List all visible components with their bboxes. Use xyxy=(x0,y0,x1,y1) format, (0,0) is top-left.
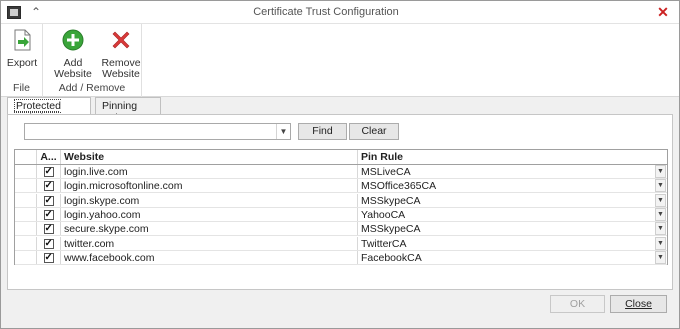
website-cell[interactable]: login.microsoftonline.com xyxy=(61,179,358,193)
row-indicator-header xyxy=(15,150,37,164)
chevron-down-icon[interactable]: ▼ xyxy=(655,222,666,236)
table-row[interactable]: secure.skype.comMSSkypeCA ▼ xyxy=(15,222,667,237)
close-button-label: Close xyxy=(625,298,652,310)
pin-rule-cell[interactable]: MSLiveCA ▼ xyxy=(358,165,667,178)
row-indicator[interactable] xyxy=(15,179,37,193)
row-indicator[interactable] xyxy=(15,250,37,264)
active-cell[interactable] xyxy=(37,207,61,221)
ok-button[interactable]: OK xyxy=(550,295,605,313)
title-bar: ⌃ Certificate Trust Configuration ✕ xyxy=(1,1,679,24)
website-cell[interactable]: login.yahoo.com xyxy=(61,207,358,221)
ribbon-group-add-remove: Add Website Remove Website Add / Remove xyxy=(43,24,142,97)
column-header-website[interactable]: Website xyxy=(61,150,358,164)
column-header-active[interactable]: A... xyxy=(37,150,61,164)
row-indicator[interactable] xyxy=(15,207,37,221)
active-checkbox[interactable] xyxy=(43,165,54,178)
search-combo[interactable]: ▼ xyxy=(24,123,291,140)
row-indicator[interactable] xyxy=(15,236,37,250)
add-icon xyxy=(62,29,84,51)
group-label-add-remove: Add / Remove xyxy=(58,82,126,94)
website-cell[interactable]: www.facebook.com xyxy=(61,250,358,264)
chevron-down-icon[interactable]: ▼ xyxy=(655,165,666,178)
website-cell[interactable]: login.skype.com xyxy=(61,193,358,207)
grid-header: A... Website Pin Rule xyxy=(15,150,667,165)
website-cell[interactable]: secure.skype.com xyxy=(61,222,358,236)
active-checkbox[interactable] xyxy=(43,222,54,235)
active-cell[interactable] xyxy=(37,165,61,178)
ribbon-group-file: Export File xyxy=(1,24,43,97)
pin-rule-cell[interactable]: MSOffice365CA ▼ xyxy=(358,179,667,193)
chevron-down-icon[interactable]: ▼ xyxy=(655,193,666,207)
websites-grid: A... Website Pin Rule login.live.comMSLi… xyxy=(14,149,668,265)
active-cell[interactable] xyxy=(37,179,61,193)
active-cell[interactable] xyxy=(37,236,61,250)
active-checkbox[interactable] xyxy=(43,237,54,250)
table-row[interactable]: login.microsoftonline.comMSOffice365CA ▼ xyxy=(15,179,667,194)
close-icon[interactable]: ✕ xyxy=(653,5,673,19)
pin-rule-value: MSSkypeCA xyxy=(361,223,421,236)
export-label: Export xyxy=(6,57,38,69)
window-title: Certificate Trust Configuration xyxy=(253,6,399,18)
find-button[interactable]: Find xyxy=(298,123,347,140)
tab-pinning-rules[interactable]: Pinning Rules xyxy=(95,97,161,124)
table-row[interactable]: login.live.comMSLiveCA ▼ xyxy=(15,165,667,179)
pin-rule-value: MSOffice365CA xyxy=(361,180,437,193)
pin-rule-cell[interactable]: YahooCA ▼ xyxy=(358,207,667,221)
pin-rule-value: YahooCA xyxy=(361,208,406,221)
remove-website-label: Remove Website xyxy=(101,57,141,80)
remove-icon xyxy=(112,31,130,49)
active-cell[interactable] xyxy=(37,250,61,264)
protected-websites-panel: ▼ Find Clear A... Website Pin Rule login… xyxy=(7,114,673,290)
row-indicator[interactable] xyxy=(15,222,37,236)
close-button[interactable]: Close xyxy=(610,295,667,313)
pin-rule-cell[interactable]: MSSkypeCA ▼ xyxy=(358,222,667,236)
active-checkbox[interactable] xyxy=(43,179,54,192)
row-indicator[interactable] xyxy=(15,193,37,207)
table-row[interactable]: login.skype.comMSSkypeCA ▼ xyxy=(15,193,667,208)
active-cell[interactable] xyxy=(37,193,61,207)
active-checkbox[interactable] xyxy=(43,208,54,221)
group-label-file: File xyxy=(13,82,30,94)
pin-rule-cell[interactable]: TwitterCA ▼ xyxy=(358,236,667,250)
active-checkbox[interactable] xyxy=(43,194,54,207)
pin-rule-value: MSLiveCA xyxy=(361,166,411,178)
export-button[interactable]: Export xyxy=(5,28,39,69)
active-cell[interactable] xyxy=(37,222,61,236)
pin-rule-cell[interactable]: MSSkypeCA ▼ xyxy=(358,193,667,207)
pin-rule-value: MSSkypeCA xyxy=(361,194,421,207)
pin-rule-value: FacebookCA xyxy=(361,251,422,264)
row-indicator[interactable] xyxy=(15,165,37,178)
clear-button[interactable]: Clear xyxy=(349,123,399,140)
website-cell[interactable]: twitter.com xyxy=(61,236,358,250)
table-row[interactable]: www.facebook.comFacebookCA ▼ xyxy=(15,250,667,265)
website-cell[interactable]: login.live.com xyxy=(61,165,358,178)
chevron-down-icon[interactable]: ▼ xyxy=(655,179,666,193)
chevron-down-icon[interactable]: ▼ xyxy=(655,207,666,221)
dialog-window: ⌃ Certificate Trust Configuration ✕ Expo… xyxy=(0,0,680,329)
active-checkbox[interactable] xyxy=(43,251,54,264)
table-row[interactable]: login.yahoo.comYahooCA ▼ xyxy=(15,207,667,222)
pin-rule-value: TwitterCA xyxy=(361,237,407,250)
export-icon xyxy=(14,29,31,51)
pin-rule-cell[interactable]: FacebookCA ▼ xyxy=(358,250,667,264)
add-website-label: Add Website xyxy=(54,57,92,80)
chevron-down-icon[interactable]: ▼ xyxy=(276,124,290,139)
table-row[interactable]: twitter.comTwitterCA ▼ xyxy=(15,236,667,251)
add-website-button[interactable]: Add Website xyxy=(47,28,99,80)
chevron-down-icon[interactable]: ▼ xyxy=(655,250,666,264)
column-header-pin-rule[interactable]: Pin Rule xyxy=(358,150,667,164)
remove-website-button[interactable]: Remove Website xyxy=(101,28,141,80)
ribbon: Export File Add Website Remove Website A… xyxy=(1,24,679,97)
chevron-down-icon[interactable]: ▼ xyxy=(655,236,666,250)
